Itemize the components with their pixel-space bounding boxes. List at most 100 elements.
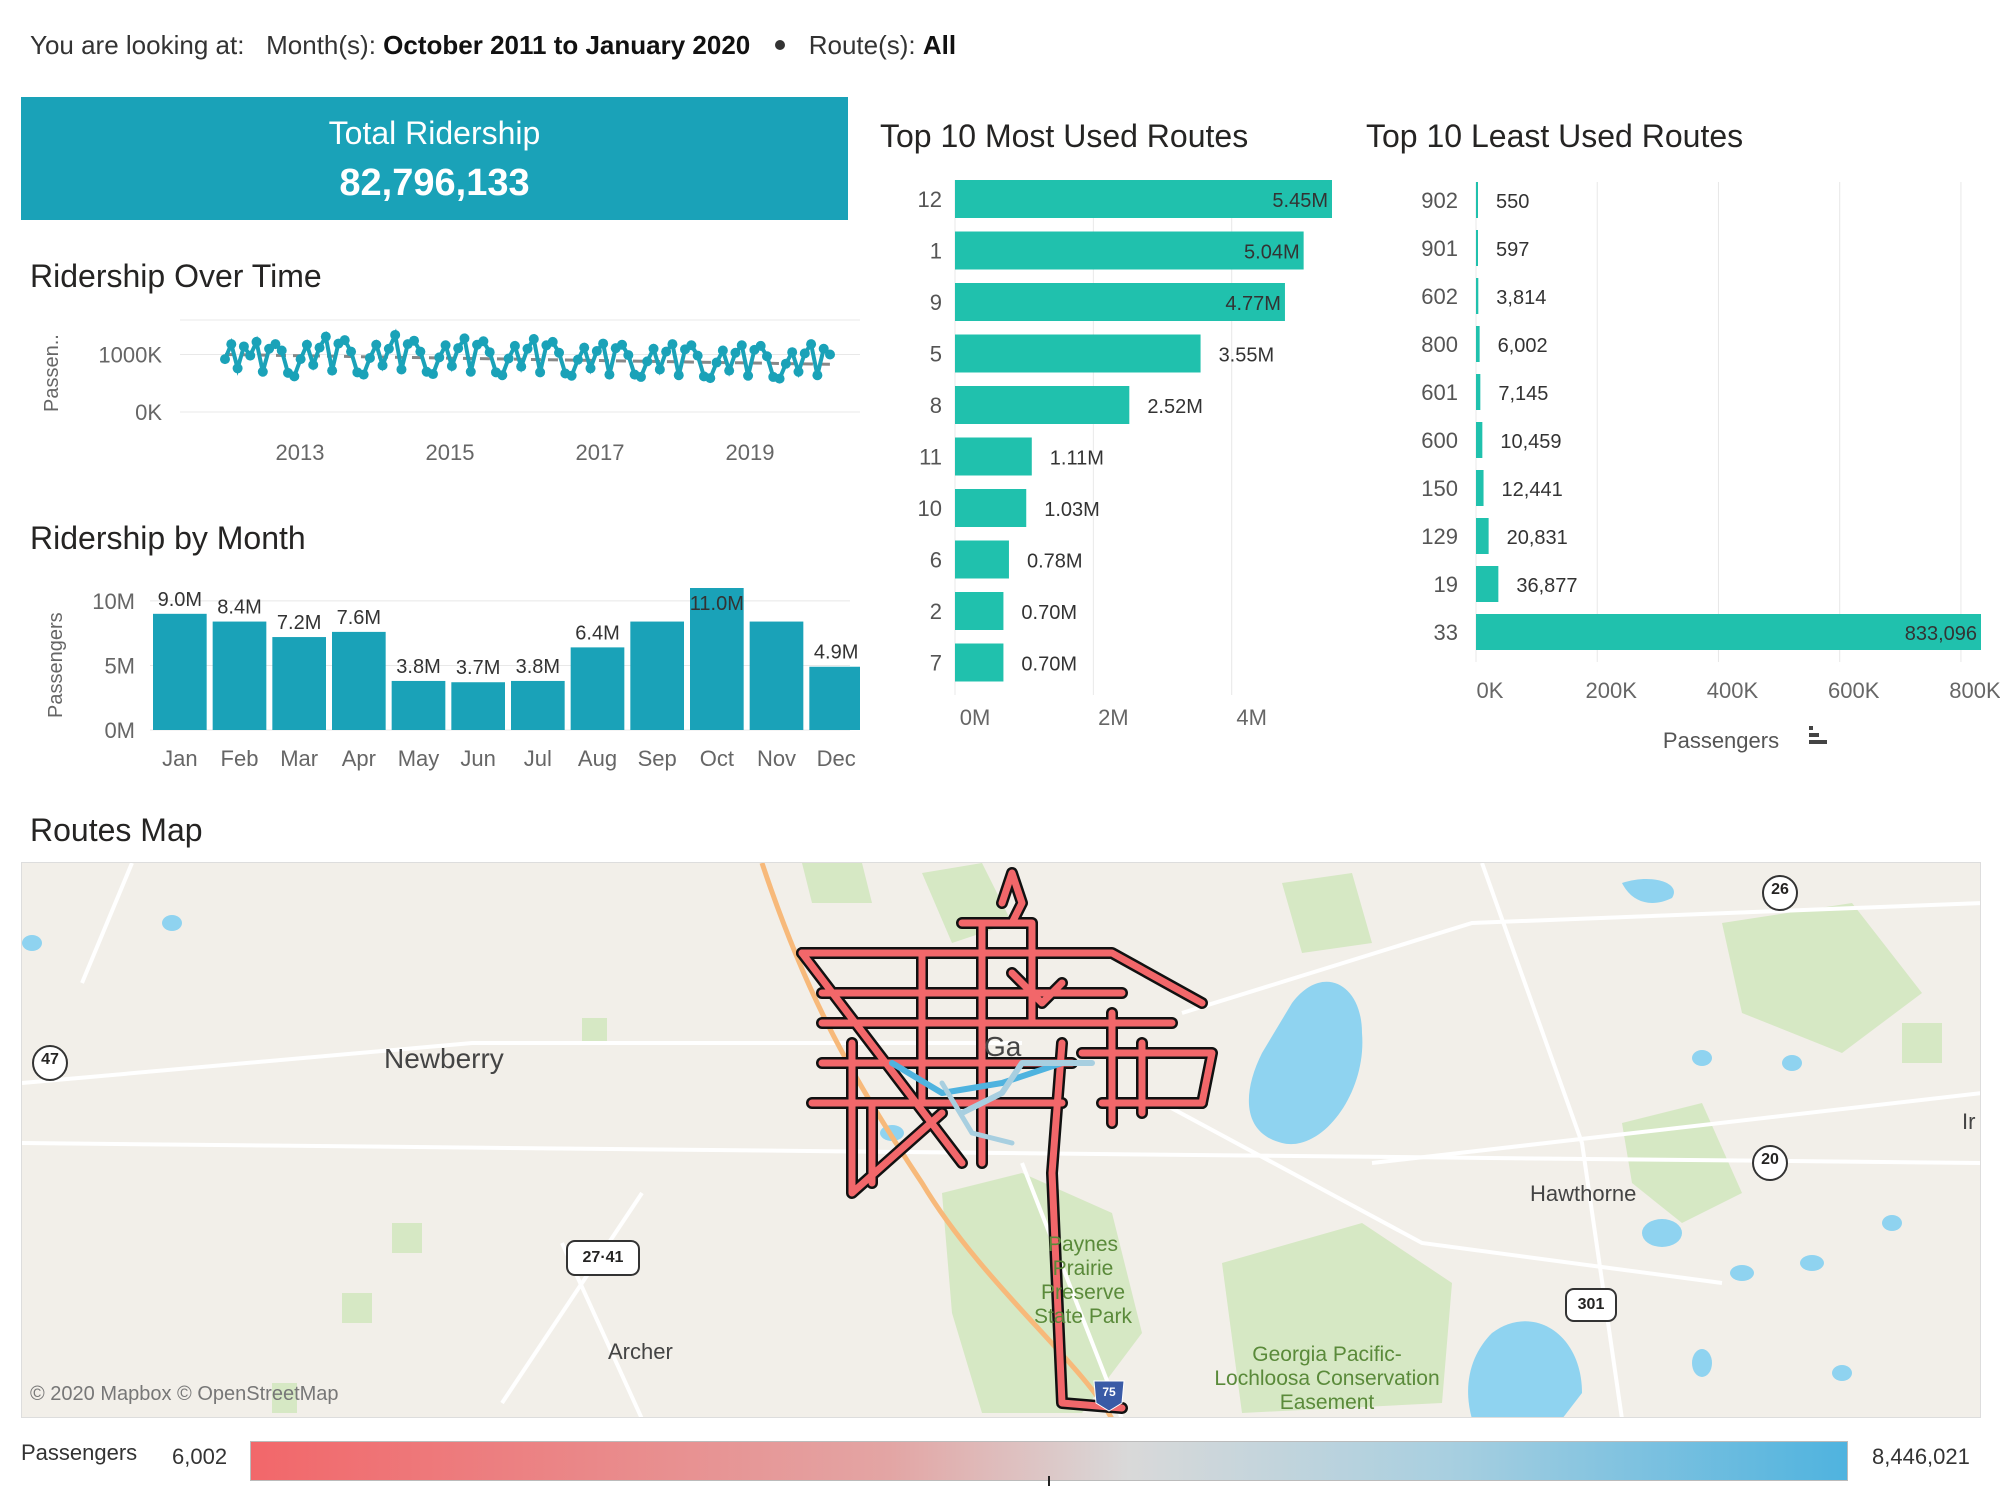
series-point[interactable] [654,364,665,375]
series-point[interactable] [736,340,747,351]
series-point[interactable] [484,347,495,358]
bar[interactable] [630,621,684,730]
bar[interactable] [955,592,1004,630]
series-point[interactable] [761,351,772,362]
series-point[interactable] [301,339,312,350]
series-point[interactable] [635,371,646,382]
by-month-chart[interactable]: 10M 5M 0M Passengers Jan 9.0M Feb 8.4M Mar 7.2M A… [30,570,860,780]
bar[interactable] [212,621,267,730]
series-point[interactable] [755,340,766,351]
series-point[interactable] [522,343,533,354]
series-point[interactable] [465,366,476,377]
series-point[interactable] [825,349,835,360]
map-attribution[interactable]: © 2020 Mapbox © OpenStreetMap [30,1383,339,1406]
series-point[interactable] [478,336,489,347]
series-point[interactable] [806,339,817,350]
series-point[interactable] [383,343,394,354]
series-point[interactable] [572,354,583,365]
series-point[interactable] [440,340,451,351]
series-point[interactable] [793,366,804,377]
series-point[interactable] [547,336,558,347]
bar[interactable] [955,386,1130,424]
bar[interactable] [1476,278,1479,314]
bar[interactable] [955,334,1201,373]
series-point[interactable] [799,348,810,359]
series-point[interactable] [346,346,357,357]
series-point[interactable] [535,367,546,378]
series-point[interactable] [692,350,703,361]
series-point[interactable] [459,333,470,344]
bar[interactable] [749,621,804,730]
series-point[interactable] [364,352,375,363]
routes-map[interactable]: Newberry Ga Hawthorne Archer Paynes Prai… [21,862,1981,1418]
bar[interactable] [955,437,1032,476]
bar[interactable] [391,680,446,730]
series-point[interactable] [251,336,262,347]
series-point[interactable] [289,371,300,382]
over-time-chart[interactable]: 1000K 0K Passen.. 2013 2015 2017 2019 [30,300,860,480]
series-point[interactable] [409,335,420,346]
series-point[interactable] [711,357,722,368]
bar[interactable] [1476,470,1484,506]
series-point[interactable] [257,366,268,377]
series-point[interactable] [509,340,520,351]
series-point[interactable] [667,339,678,350]
series-point[interactable] [648,343,659,354]
series-point[interactable] [686,340,697,351]
series-point[interactable] [623,350,634,361]
series-point[interactable] [673,370,684,381]
series-point[interactable] [377,360,388,371]
bar[interactable] [272,637,326,730]
series-point[interactable] [579,342,590,353]
series-point[interactable] [314,342,325,353]
series-point[interactable] [238,341,249,352]
total-ridership-card[interactable]: Total Ridership 82,796,133 [21,97,848,220]
bar[interactable] [1476,374,1481,410]
sort-icon[interactable] [1807,724,1831,746]
series-point[interactable] [812,370,823,381]
bar[interactable] [153,613,207,730]
series-point[interactable] [220,354,230,365]
series-point[interactable] [390,329,401,340]
series-point[interactable] [774,373,785,384]
series-point[interactable] [724,365,735,376]
series-point[interactable] [226,339,237,350]
series-point[interactable] [598,338,609,349]
series-point[interactable] [295,354,306,365]
series-point[interactable] [415,346,426,357]
bar[interactable] [1476,182,1478,218]
bar[interactable] [1476,230,1478,266]
series-point[interactable] [743,370,754,381]
series-point[interactable] [453,343,464,354]
series-point[interactable] [497,370,508,381]
series-point[interactable] [308,359,319,370]
bar[interactable] [570,647,625,730]
series-point[interactable] [245,350,256,361]
bar[interactable] [809,666,860,730]
bar[interactable] [1476,518,1489,554]
series-point[interactable] [780,358,791,369]
series-point[interactable] [371,339,382,350]
series-point[interactable] [396,364,407,375]
series-point[interactable] [585,363,596,374]
bar[interactable] [1476,422,1483,458]
series-point[interactable] [358,369,369,380]
bar[interactable] [1476,326,1480,362]
series-point[interactable] [427,369,438,380]
series-point[interactable] [717,345,728,356]
bar[interactable] [451,682,505,730]
series-point[interactable] [528,333,539,344]
series-point[interactable] [503,353,514,364]
series-point[interactable] [320,331,331,342]
series-point[interactable] [434,352,445,363]
most-used-chart[interactable]: 0M 2M 4M 12 5.45M 1 5.04M 9 4.77M 5 3.55M 8 2.52M 11… [880,170,1350,740]
series-point[interactable] [339,335,350,346]
bar[interactable] [1476,566,1499,602]
bar[interactable] [332,631,386,730]
series-point[interactable] [617,339,628,350]
series-point[interactable] [705,373,716,384]
series-point[interactable] [787,347,798,358]
series-point[interactable] [276,345,287,356]
bar[interactable] [511,680,565,730]
least-used-chart[interactable]: 0K 200K 400K 600K 800K Passengers 902 550 901 59… [1366,170,2000,760]
